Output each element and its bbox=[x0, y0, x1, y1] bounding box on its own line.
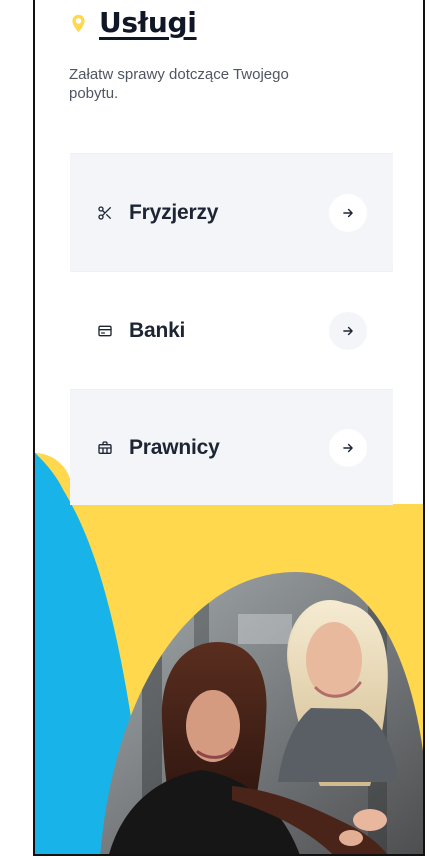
app-frame: Usługi Załatw sprawy dotczące Twojego po… bbox=[33, 0, 425, 856]
map-pin-icon bbox=[72, 14, 85, 32]
service-arrow-button[interactable] bbox=[329, 193, 367, 232]
scissors-icon bbox=[98, 205, 111, 220]
service-label: Banki bbox=[129, 318, 186, 342]
service-arrow-button[interactable] bbox=[329, 311, 367, 350]
arrow-right-icon bbox=[343, 326, 353, 335]
arrow-right-icon bbox=[343, 443, 353, 452]
page-header: Usługi bbox=[68, 9, 197, 37]
hairdresser-photo bbox=[68, 572, 423, 854]
briefcase-icon bbox=[98, 440, 112, 454]
credit-card-icon bbox=[98, 325, 112, 336]
services-list: Fryzjerzy Banki Prawnicy bbox=[70, 153, 393, 505]
arrow-right-icon bbox=[343, 208, 353, 217]
service-item-prawnicy[interactable]: Prawnicy bbox=[70, 389, 393, 505]
service-item-banki[interactable]: Banki bbox=[70, 271, 393, 389]
service-arrow-button[interactable] bbox=[329, 428, 367, 467]
white-curve bbox=[35, 453, 71, 854]
page-subtitle: Załatw sprawy dotczące Twojego pobytu. bbox=[69, 66, 289, 102]
service-label: Fryzjerzy bbox=[129, 200, 219, 224]
page-title: Usługi bbox=[99, 6, 197, 39]
service-label: Prawnicy bbox=[129, 435, 220, 459]
photo-illustration bbox=[100, 572, 423, 854]
service-item-fryzjerzy[interactable]: Fryzjerzy bbox=[70, 153, 393, 271]
